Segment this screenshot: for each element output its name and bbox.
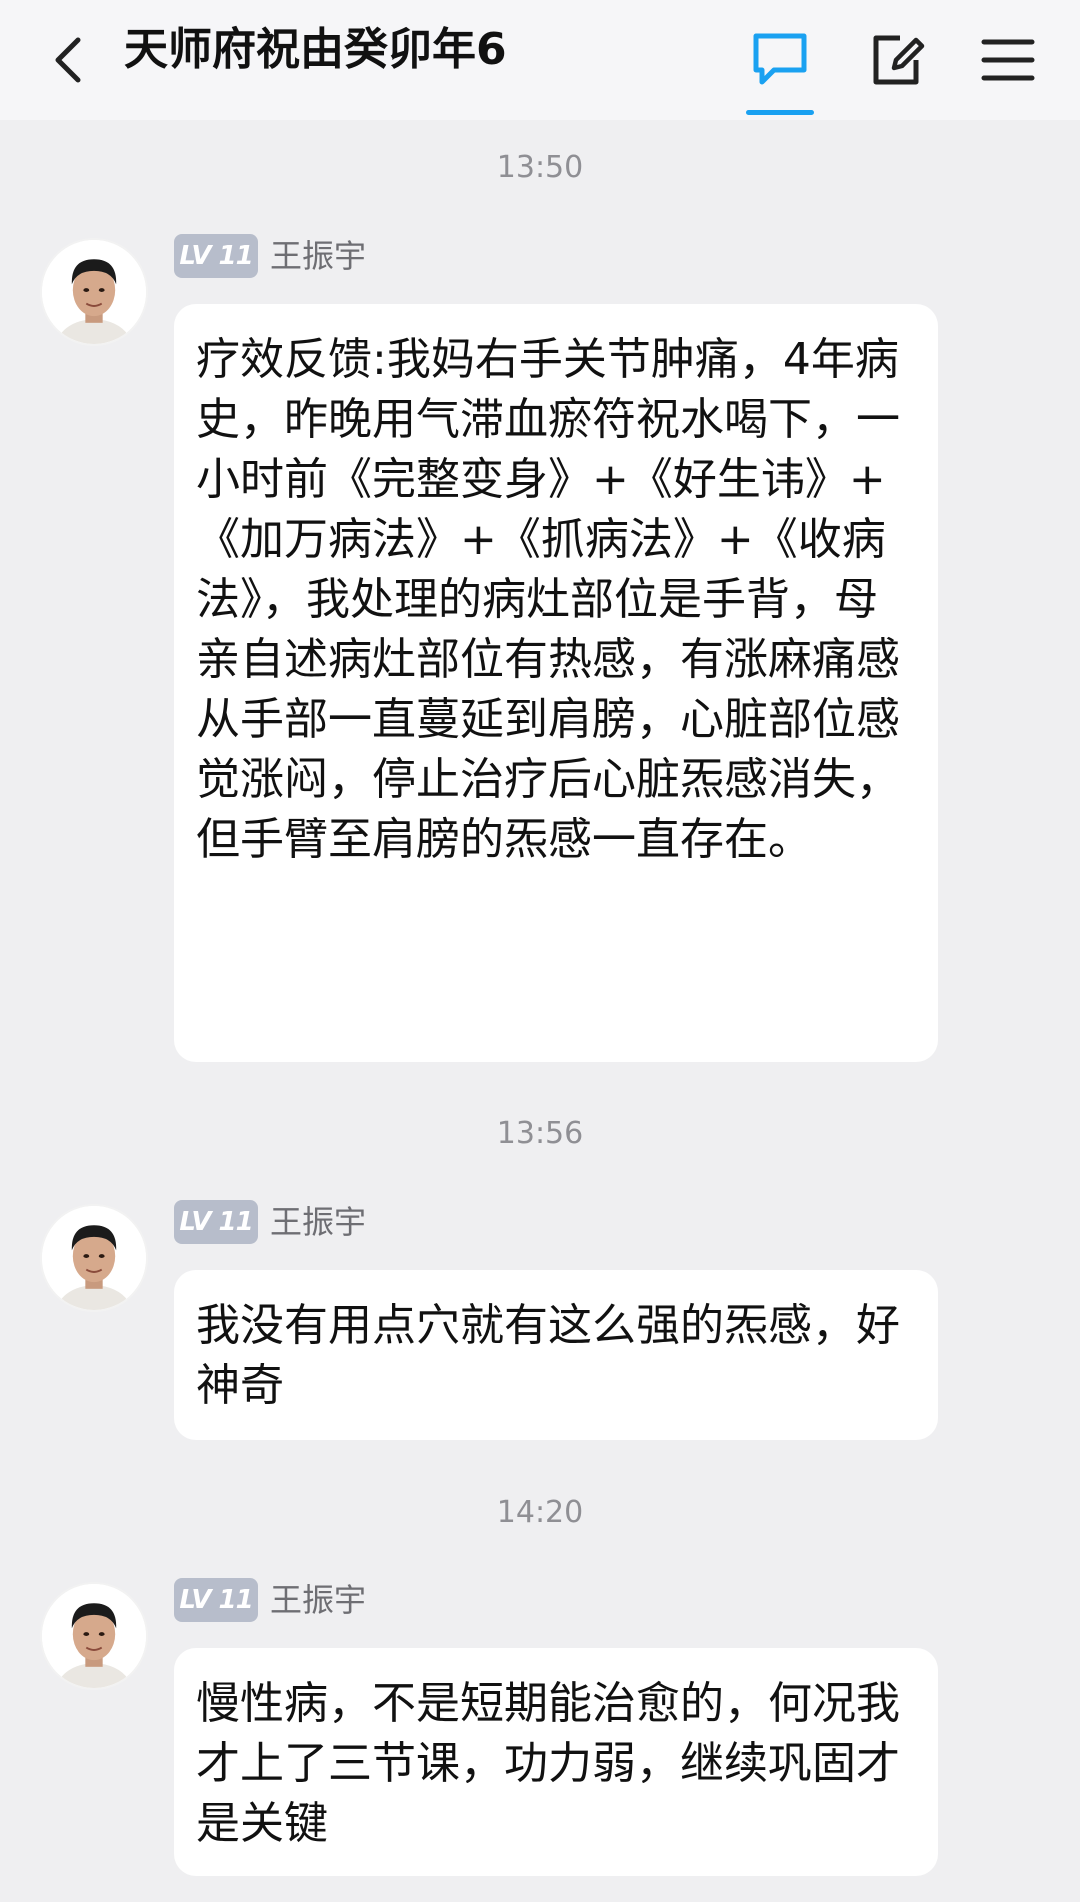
timestamp: 13:56 <box>496 1116 584 1151</box>
avatar[interactable] <box>40 1582 148 1690</box>
back-chevron-icon[interactable] <box>40 30 100 90</box>
hamburger-menu-icon[interactable] <box>976 28 1040 92</box>
sender-name[interactable]: 王振宇 <box>270 1200 366 1244</box>
message-bubble[interactable]: 慢性病，不是短期能治愈的，何况我才上了三节课，功力弱，继续巩固才是关键 <box>174 1648 938 1876</box>
timestamp: 14:20 <box>496 1495 584 1530</box>
edit-icon[interactable] <box>866 28 930 92</box>
top-bar: 天师府祝由癸卯年6 <box>0 0 1080 120</box>
avatar[interactable] <box>40 238 148 346</box>
level-badge: LV 11 <box>174 1578 258 1622</box>
avatar[interactable] <box>40 1204 148 1312</box>
sender-name[interactable]: 王振宇 <box>270 1578 366 1622</box>
level-badge: LV 11 <box>174 234 258 278</box>
active-tab-indicator <box>746 110 814 115</box>
timestamp: 13:50 <box>496 150 584 185</box>
message-bubble[interactable]: 疗效反馈:我妈右手关节肿痛，4年病史，昨晚用气滞血瘀符祝水喝下，一小时前《完整变… <box>174 304 938 1062</box>
chat-bubble-icon[interactable] <box>748 28 812 92</box>
sender-name[interactable]: 王振宇 <box>270 234 366 278</box>
level-badge: LV 11 <box>174 1200 258 1244</box>
page-title: 天师府祝由癸卯年6 <box>124 24 507 75</box>
message-bubble[interactable]: 我没有用点穴就有这么强的炁感，好神奇 <box>174 1270 938 1440</box>
